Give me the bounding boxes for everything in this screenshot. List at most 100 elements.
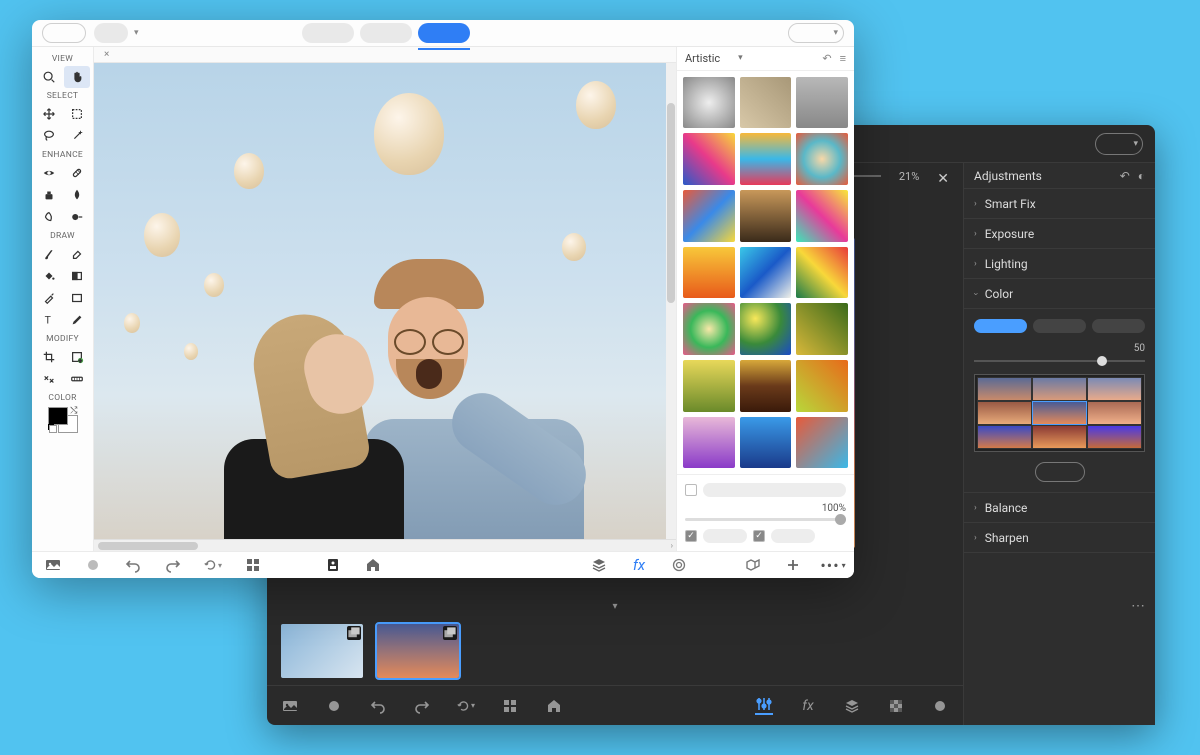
preset-cell[interactable]: [1087, 425, 1142, 449]
effect-thumb[interactable]: [740, 360, 792, 412]
close-icon[interactable]: ✕: [937, 171, 949, 187]
color-slider[interactable]: [974, 360, 1145, 362]
effect-thumb[interactable]: [683, 303, 735, 355]
effect-thumb[interactable]: [796, 303, 848, 355]
header-dropdown[interactable]: [42, 23, 86, 43]
clone-tool[interactable]: [36, 184, 62, 206]
straighten-tool[interactable]: [64, 368, 90, 390]
record-icon[interactable]: [325, 697, 343, 715]
gradient-tool[interactable]: [64, 265, 90, 287]
adj-tab[interactable]: [974, 319, 1027, 333]
checkbox[interactable]: [685, 530, 697, 542]
eraser-tool[interactable]: [64, 243, 90, 265]
marquee-tool[interactable]: [64, 103, 90, 125]
effect-thumb[interactable]: [683, 247, 735, 299]
rotate-icon[interactable]: ▾: [457, 697, 475, 715]
shape-tool[interactable]: [64, 287, 90, 309]
photo-bin-icon[interactable]: [44, 556, 62, 574]
effect-thumb[interactable]: [796, 190, 848, 242]
mode-tab[interactable]: [360, 23, 412, 43]
zoom-tool[interactable]: [36, 66, 62, 88]
effects-category[interactable]: Artistic: [685, 52, 720, 65]
organizer-icon[interactable]: [501, 697, 519, 715]
adj-row-exposure[interactable]: ›Exposure: [964, 219, 1155, 249]
effect-thumb[interactable]: [740, 303, 792, 355]
recompose-tool[interactable]: +: [64, 346, 90, 368]
filmstrip-thumb[interactable]: [377, 624, 459, 678]
eyedropper-tool[interactable]: [36, 287, 62, 309]
effect-thumb[interactable]: [796, 417, 848, 469]
header-right-dropdown[interactable]: ▾: [788, 23, 844, 43]
dark-header-dropdown[interactable]: ▾: [1095, 133, 1143, 155]
adj-tab[interactable]: [1092, 319, 1145, 333]
magic-wand-tool[interactable]: [64, 125, 90, 147]
menu-icon[interactable]: ≡: [840, 52, 846, 65]
transparency-icon[interactable]: [887, 697, 905, 715]
adj-row-color[interactable]: ›Color: [964, 279, 1155, 309]
effect-thumb[interactable]: [683, 77, 735, 129]
horizontal-scrollbar[interactable]: ›: [94, 539, 676, 551]
more-icon[interactable]: •••▾: [824, 556, 842, 574]
effect-thumb[interactable]: [796, 133, 848, 185]
record-icon[interactable]: [84, 556, 102, 574]
checkbox[interactable]: [753, 530, 765, 542]
effect-thumb[interactable]: [683, 190, 735, 242]
effect-thumb[interactable]: [683, 417, 735, 469]
preset-cell[interactable]: [977, 401, 1032, 425]
preset-cell[interactable]: [1032, 401, 1087, 425]
effect-thumb[interactable]: [740, 133, 792, 185]
home-icon[interactable]: [545, 697, 563, 715]
mode-tab-active[interactable]: [418, 23, 470, 43]
pencil-tool[interactable]: [64, 309, 90, 331]
reset-icon[interactable]: ↶: [1120, 169, 1130, 183]
preset-cell[interactable]: [1087, 401, 1142, 425]
adj-row-sharpen[interactable]: ›Sharpen: [964, 523, 1155, 553]
spot-heal-tool[interactable]: [64, 162, 90, 184]
effect-thumb[interactable]: [683, 360, 735, 412]
effect-thumb[interactable]: [740, 190, 792, 242]
content-aware-tool[interactable]: [36, 368, 62, 390]
styles-icon[interactable]: [670, 556, 688, 574]
reset-button[interactable]: [1035, 462, 1085, 482]
fill-tool[interactable]: [36, 265, 62, 287]
chevron-down-icon[interactable]: ▾: [738, 53, 743, 63]
fx-icon[interactable]: fx: [630, 556, 648, 574]
opacity-slider[interactable]: [685, 518, 846, 521]
fx-icon[interactable]: fx: [799, 697, 817, 715]
rotate-icon[interactable]: ▾: [204, 556, 222, 574]
preset-cell[interactable]: [1032, 425, 1087, 449]
vertical-scrollbar[interactable]: [666, 63, 676, 540]
effect-thumb[interactable]: [740, 247, 792, 299]
checkbox[interactable]: [685, 484, 697, 496]
move-tool[interactable]: [36, 103, 62, 125]
share-icon[interactable]: [744, 556, 762, 574]
effect-thumb[interactable]: [740, 417, 792, 469]
catalog-icon[interactable]: [324, 556, 342, 574]
circle-icon[interactable]: [931, 697, 949, 715]
adjustments-icon[interactable]: [755, 697, 773, 715]
effect-thumb[interactable]: [796, 360, 848, 412]
help-icon[interactable]: ◐: [1138, 169, 1145, 183]
effect-thumb[interactable]: [796, 247, 848, 299]
organizer-icon[interactable]: [244, 556, 262, 574]
filmstrip-thumb[interactable]: [281, 624, 363, 678]
lasso-tool[interactable]: [36, 125, 62, 147]
adj-row-lighting[interactable]: ›Lighting: [964, 249, 1155, 279]
more-icon[interactable]: ⋯: [1131, 598, 1145, 614]
close-tab-icon[interactable]: ×: [98, 49, 115, 60]
preset-cell[interactable]: [977, 425, 1032, 449]
crop-tool[interactable]: [36, 346, 62, 368]
color-swatch[interactable]: ⤭: [48, 407, 78, 433]
home-icon[interactable]: [364, 556, 382, 574]
effect-thumb[interactable]: [683, 133, 735, 185]
hand-tool[interactable]: [64, 66, 90, 88]
mode-tab[interactable]: [302, 23, 354, 43]
add-icon[interactable]: [784, 556, 802, 574]
adj-tab[interactable]: [1033, 319, 1086, 333]
layers-icon[interactable]: [843, 697, 861, 715]
eye-tool[interactable]: [36, 162, 62, 184]
reset-icon[interactable]: ↶: [822, 52, 831, 65]
adj-row-balance[interactable]: ›Balance: [964, 493, 1155, 523]
blur-tool[interactable]: [64, 184, 90, 206]
undo-icon[interactable]: [369, 697, 387, 715]
